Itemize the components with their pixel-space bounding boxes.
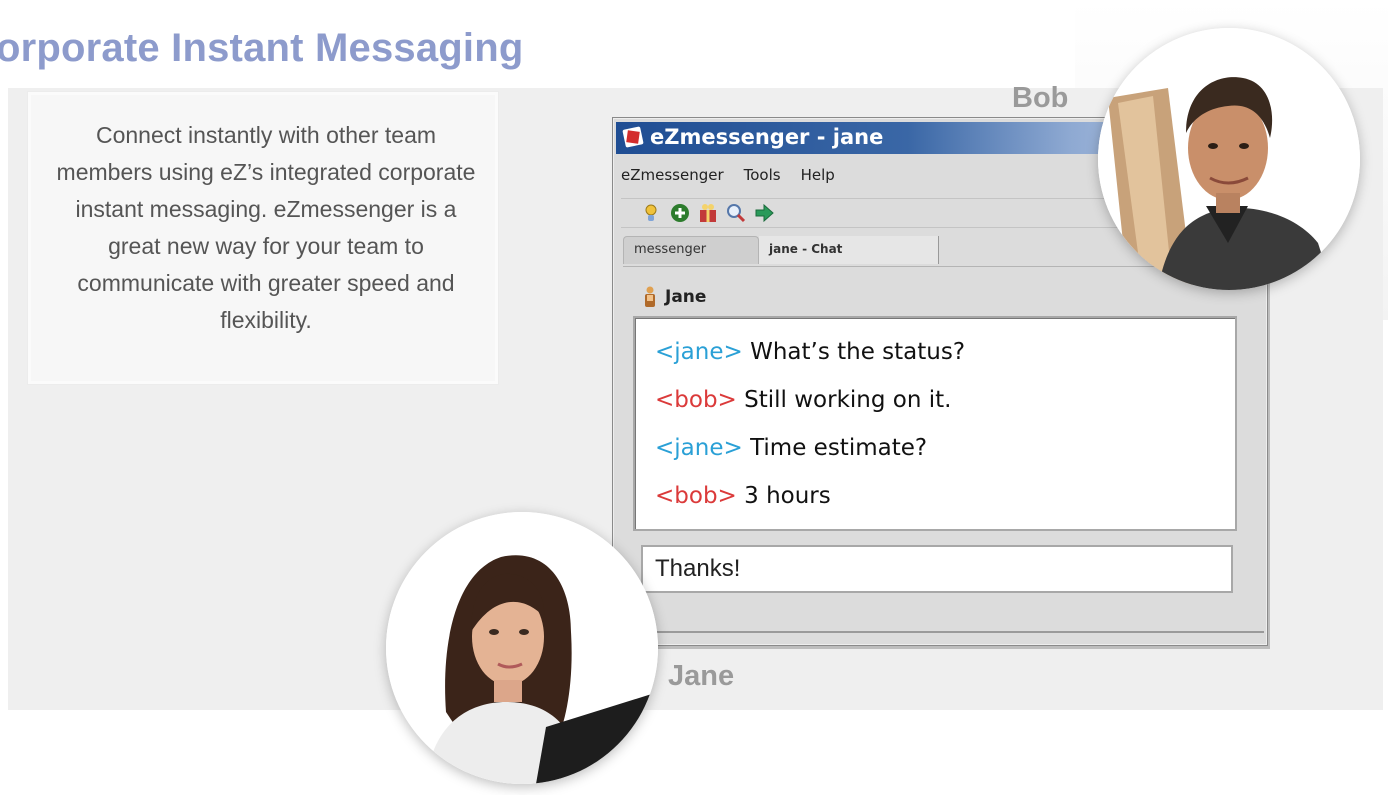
person-icon [643,286,657,308]
intro-box: Connect instantly with other team member… [28,92,498,384]
tab-jane-chat[interactable]: jane - Chat [759,236,939,264]
chat-header: Jane [643,283,706,311]
chat-partner-name: Jane [665,287,707,307]
search-icon[interactable] [725,202,747,224]
add-icon[interactable] [669,202,691,224]
message-nick: <jane> [655,339,743,365]
window-bottom-edge [616,631,1264,633]
intro-text: Connect instantly with other team member… [56,122,476,333]
message-text: What’s the status? [742,339,966,365]
app-logo-icon [622,126,644,148]
message-text: Time estimate? [742,435,928,461]
bob-label: Bob [1012,82,1069,114]
chat-message: <jane> Time estimate? [655,424,1235,472]
chat-message: <jane> What’s the status? [655,328,1235,376]
page-title: orporate Instant Messaging [0,26,524,70]
chat-message: <bob> Still working on it. [655,376,1235,424]
chat-message: <bob> 3 hours [655,472,1235,520]
message-input[interactable]: Thanks! [641,545,1233,593]
menu-item-ezmessenger[interactable]: eZmessenger [621,166,724,190]
contacts-icon[interactable] [641,202,663,224]
chat-log[interactable]: <jane> What’s the status? <bob> Still wo… [633,316,1237,531]
jane-label: Jane [668,660,735,692]
message-text: 3 hours [736,483,831,509]
gift-icon[interactable] [697,202,719,224]
tab-messenger[interactable]: messenger [623,236,759,264]
menu-item-tools[interactable]: Tools [744,166,781,190]
message-nick: <bob> [655,483,737,509]
window-title: eZmessenger - jane [650,125,884,149]
forward-arrow-icon[interactable] [753,202,775,224]
bob-avatar [1098,28,1360,290]
menu-item-help[interactable]: Help [801,166,835,190]
menu-bar: eZmessenger Tools Help [621,166,855,190]
jane-avatar [386,512,658,784]
message-nick: <jane> [655,435,743,461]
message-nick: <bob> [655,387,737,413]
message-text: Still working on it. [736,387,952,413]
